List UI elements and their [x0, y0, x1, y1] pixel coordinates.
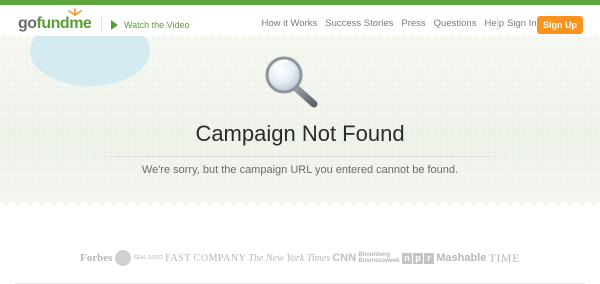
press-logo-time: TIME [488, 250, 520, 265]
header-divider [101, 17, 102, 31]
watch-video-label: Watch the Video [124, 20, 190, 30]
nav-how-it-works[interactable]: How it Works [261, 18, 317, 29]
sign-in-link[interactable]: Sign In [507, 18, 537, 29]
press-logos: Forbes SEAL GOOD FAST COMPANY The New Yo… [80, 247, 520, 269]
nav-success-stories[interactable]: Success Stories [325, 18, 393, 29]
sign-up-button[interactable]: Sign Up [537, 16, 583, 34]
gofundme-logo[interactable]: gofundme [18, 8, 92, 34]
press-logo-forbes: Forbes [80, 252, 113, 264]
seal-icon [114, 250, 131, 266]
magnifying-glass-icon [265, 56, 318, 108]
press-logo-nyt: The New York Times [248, 252, 331, 264]
npr-letter: p [413, 252, 423, 264]
logo-go: go [18, 15, 37, 32]
nav-help[interactable]: Help [484, 18, 504, 29]
site-header: gofundme Watch the Video How it Works Su… [0, 5, 600, 36]
logo-fund: fund [36, 15, 70, 32]
sun-rays-icon [68, 8, 82, 16]
error-message: We're sorry, but the campaign URL you en… [141, 164, 459, 176]
main-nav: How it Works Success Stories Press Quest… [261, 18, 504, 29]
press-logo-fast-company: FAST COMPANY [165, 252, 247, 264]
press-logo-seal: SEAL GOOD [114, 250, 163, 266]
npr-letter: n [402, 252, 412, 264]
zigzag-edge [0, 194, 600, 206]
title-divider [60, 156, 540, 157]
page-title: Campaign Not Found [195, 121, 405, 146]
press-logo-cnn: CNN [332, 252, 357, 264]
bloomberg-line-2: Businessweek [358, 258, 400, 264]
logo-me: me [69, 15, 92, 32]
nav-questions[interactable]: Questions [434, 18, 477, 29]
watch-video-link[interactable]: Watch the Video [111, 18, 190, 32]
press-logo-npr: npr [402, 252, 434, 264]
press-logo-mashable: Mashable [436, 252, 487, 264]
nav-press[interactable]: Press [401, 18, 425, 29]
press-logo-bloomberg: Bloomberg Businessweek [358, 252, 399, 264]
npr-letter: r [424, 252, 434, 264]
header-divider [497, 17, 498, 31]
page: gofundme Watch the Video How it Works Su… [0, 0, 600, 284]
seal-text: SEAL GOOD [133, 254, 163, 261]
play-icon [111, 20, 118, 30]
